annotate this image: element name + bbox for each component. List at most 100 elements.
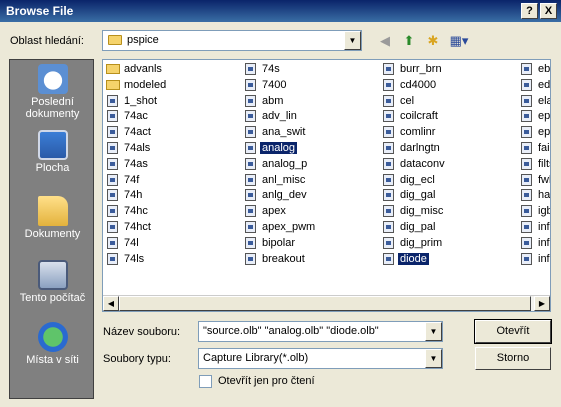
place-desktop[interactable]: Plocha (10, 130, 95, 174)
file-name: epc (538, 110, 551, 123)
open-button[interactable]: Otevřít (474, 319, 552, 344)
cancel-button[interactable]: Storno (475, 347, 551, 370)
library-file-icon (107, 110, 118, 123)
back-icon[interactable]: ◀ (376, 32, 394, 50)
network-places-icon (37, 322, 68, 352)
file-name: apex_pwm (262, 221, 316, 233)
library-file-icon (521, 173, 532, 186)
library-file-icon (383, 205, 394, 218)
library-file-icon (107, 157, 118, 170)
file-name: 74as (124, 157, 148, 170)
library-file-icon (521, 94, 532, 107)
close-button[interactable]: X (540, 3, 557, 19)
library-file-icon (383, 142, 394, 154)
library-file-icon (521, 236, 532, 249)
chevron-down-icon[interactable]: ▼ (425, 349, 442, 368)
library-file-icon (521, 126, 532, 139)
file-name: infi (538, 221, 551, 233)
file-name: 74h (124, 189, 143, 202)
new-folder-icon[interactable]: ✱ (424, 32, 442, 50)
file-name: anlg_dev (262, 189, 307, 202)
file-name: edi (538, 78, 551, 91)
scroll-left-icon[interactable]: ◀ (103, 296, 119, 311)
file-name: dataconv (400, 157, 445, 170)
file-name: breakout (262, 252, 305, 265)
library-file-icon (383, 236, 394, 249)
place-label: Plocha (35, 162, 70, 174)
up-folder-icon[interactable]: ⬆ (400, 32, 418, 50)
folder-icon (106, 79, 120, 90)
library-file-icon (383, 110, 394, 123)
folder-icon (108, 35, 122, 45)
library-file-icon (383, 189, 394, 202)
lookin-value: pspice (127, 34, 159, 46)
library-file-icon (107, 221, 118, 233)
library-file-icon (521, 205, 532, 218)
library-file-icon (245, 126, 256, 139)
library-file-icon (383, 63, 394, 75)
library-file-icon (383, 221, 394, 233)
scroll-right-icon[interactable]: ▶ (534, 296, 550, 311)
view-menu-icon[interactable]: ▦▾ (448, 32, 470, 50)
file-name: 74act (124, 126, 151, 139)
library-file-icon (383, 252, 394, 265)
file-name: bipolar (262, 236, 296, 249)
file-name: comlinr (400, 126, 436, 139)
recent-documents-icon (37, 64, 68, 94)
library-file-icon (521, 189, 532, 202)
file-name: 74l (124, 236, 139, 249)
place-network[interactable]: Místa v síti (10, 322, 95, 366)
filename-input[interactable]: "source.olb" "analog.olb" "diode.olb" ▼ (198, 321, 443, 342)
file-name: epv (538, 126, 551, 139)
place-my-computer[interactable]: Tento počítač (10, 260, 95, 304)
documents-icon (37, 196, 68, 226)
place-recent-documents[interactable]: Poslední dokumenty (10, 64, 95, 120)
file-name: advanls (124, 63, 162, 75)
library-file-icon (383, 126, 394, 139)
horizontal-scrollbar[interactable]: ◀ ▶ (103, 295, 550, 311)
file-name: dig_gal (400, 189, 436, 202)
library-file-icon (245, 63, 256, 75)
chevron-down-icon[interactable]: ▼ (344, 31, 361, 50)
library-file-icon (245, 157, 256, 170)
library-file-icon (245, 94, 256, 107)
readonly-checkbox[interactable] (199, 375, 212, 388)
library-file-icon (107, 126, 118, 139)
place-label: Tento počítač (19, 292, 86, 304)
file-name: darlngtn (400, 142, 440, 154)
filename-value: "source.olb" "analog.olb" "diode.olb" (203, 325, 379, 337)
folder-icon (106, 64, 120, 74)
my-computer-icon (37, 260, 68, 290)
library-file-icon (521, 110, 532, 123)
place-label: Místa v síti (26, 354, 79, 366)
library-file-icon (383, 94, 394, 107)
filetype-select[interactable]: Capture Library(*.olb) ▼ (198, 348, 443, 369)
library-file-icon (521, 157, 532, 170)
file-name: apex (262, 205, 286, 218)
file-name: cd4000 (400, 78, 437, 91)
file-name: 74f (124, 173, 140, 186)
file-name: modeled (124, 78, 167, 91)
lookin-dropdown[interactable]: pspice ▼ (102, 30, 362, 51)
help-button[interactable]: ? (521, 3, 538, 19)
library-file-icon (383, 157, 394, 170)
readonly-label: Otevřít jen pro čtení (218, 375, 315, 387)
place-documents[interactable]: Dokumenty (10, 196, 95, 240)
chevron-down-icon[interactable]: ▼ (425, 322, 442, 341)
library-file-icon (521, 63, 532, 75)
file-name: 74als (124, 142, 151, 154)
window-title: Browse File (6, 4, 74, 18)
library-file-icon (521, 221, 532, 233)
place-label: Poslední dokumenty (25, 96, 80, 120)
library-file-icon (245, 221, 256, 233)
file-name: 74s (262, 63, 280, 75)
library-file-icon (107, 94, 118, 107)
scroll-thumb[interactable] (119, 296, 531, 311)
file-name: filts (538, 157, 550, 170)
file-name: 74hc (124, 205, 148, 218)
file-name: coilcraft (400, 110, 438, 123)
file-list[interactable]: advanls modeled 1_shot 74ac 74act 74als 74as 74… (102, 59, 551, 312)
file-name: 7400 (262, 78, 287, 91)
file-name: adv_lin (262, 110, 297, 123)
places-bar: Poslední dokumenty Plocha Dokumenty Tent… (9, 59, 94, 399)
